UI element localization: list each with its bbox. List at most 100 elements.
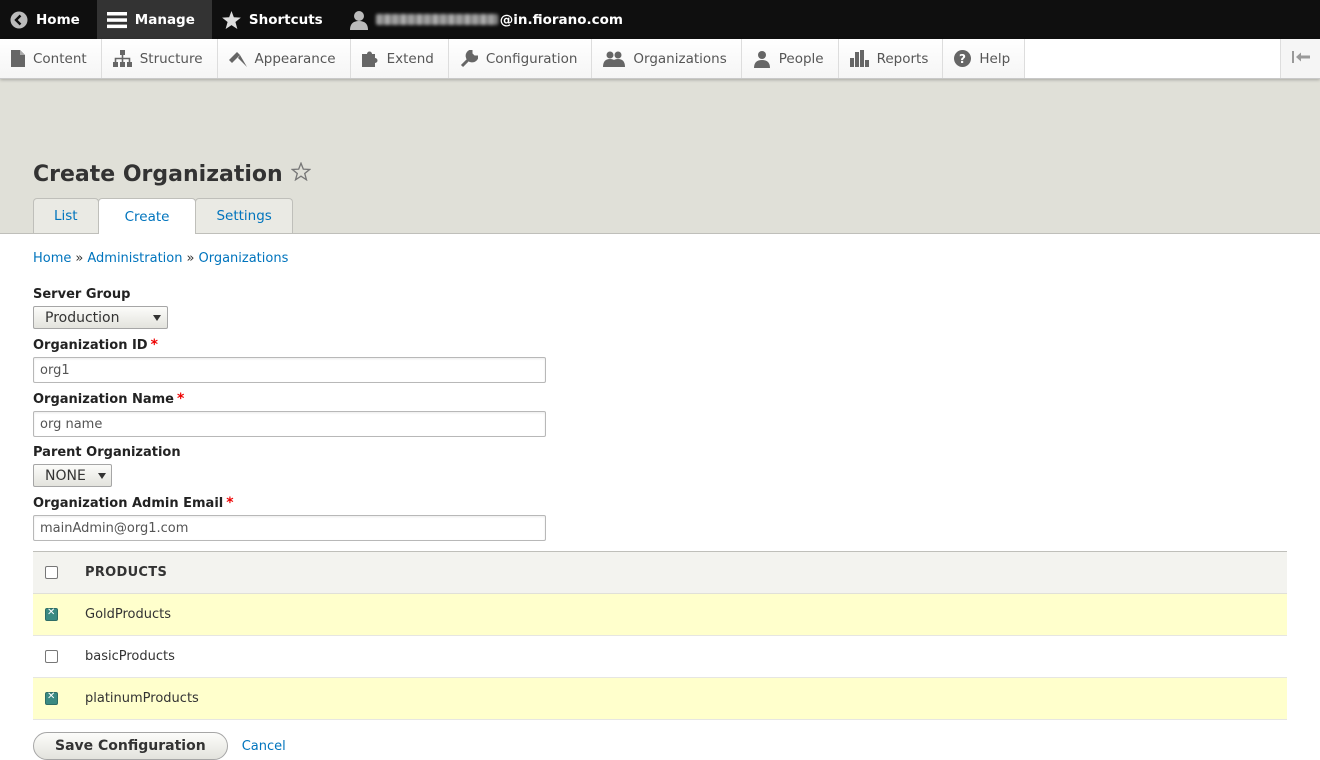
tray-item-label: Organizations bbox=[633, 50, 727, 67]
tray-item-label: Reports bbox=[876, 50, 929, 67]
table-row: basicProducts bbox=[33, 636, 1287, 678]
toolbar-user-link[interactable]: @in.fiorano.com bbox=[340, 0, 640, 39]
tray-item-help[interactable]: ? Help bbox=[943, 39, 1026, 78]
toolbar-manage-label: Manage bbox=[134, 11, 195, 28]
main-content: Home» Administration» Organizations Server… bbox=[0, 234, 1320, 760]
page-title: Create Organization bbox=[33, 161, 312, 187]
star-icon bbox=[221, 10, 241, 29]
users-icon bbox=[603, 51, 626, 67]
chevron-down-icon bbox=[153, 314, 161, 321]
tray-item-label: Content bbox=[33, 50, 87, 67]
products-table: PRODUCTS GoldProducts basicProducts plat… bbox=[33, 551, 1287, 720]
wrench-icon bbox=[460, 49, 478, 68]
puzzle-icon bbox=[361, 50, 379, 67]
tray-item-reports[interactable]: Reports bbox=[838, 39, 944, 78]
breadcrumb-separator: » bbox=[186, 251, 195, 266]
blurred-username bbox=[375, 14, 498, 25]
breadcrumb: Home» Administration» Organizations bbox=[33, 251, 1287, 266]
tray-item-label: Appearance bbox=[254, 50, 336, 67]
parent-org-field: Parent Organization NONE bbox=[33, 445, 1287, 487]
page-title-text: Create Organization bbox=[33, 162, 283, 187]
cancel-link[interactable]: Cancel bbox=[242, 739, 286, 754]
org-id-input[interactable] bbox=[33, 357, 546, 383]
org-name-input[interactable] bbox=[33, 411, 546, 437]
products-column-header: PRODUCTS bbox=[85, 565, 168, 580]
svg-text:?: ? bbox=[959, 52, 966, 66]
tray-item-structure[interactable]: Structure bbox=[101, 39, 218, 78]
admin-email-input[interactable] bbox=[33, 515, 546, 541]
tray-orientation-toggle[interactable] bbox=[1280, 39, 1320, 78]
required-marker: * bbox=[150, 337, 158, 353]
row-checkbox[interactable] bbox=[45, 691, 58, 705]
back-arrow-icon bbox=[10, 11, 28, 29]
sitemap-icon bbox=[112, 50, 132, 67]
admin-email-label-text: Organization Admin Email bbox=[33, 496, 224, 511]
user-email-suffix: @in.fiorano.com bbox=[499, 11, 623, 28]
save-configuration-button[interactable]: Save Configuration bbox=[33, 732, 228, 760]
bar-chart-icon bbox=[849, 50, 869, 67]
product-name: basicProducts bbox=[85, 649, 175, 664]
parent-org-value: NONE bbox=[45, 467, 86, 484]
server-group-select[interactable]: Production bbox=[33, 306, 168, 329]
tray-item-label: Structure bbox=[139, 50, 203, 67]
help-icon: ? bbox=[954, 50, 972, 67]
tray-item-configuration[interactable]: Configuration bbox=[448, 39, 593, 78]
breadcrumb-administration[interactable]: Administration bbox=[87, 251, 182, 266]
user-icon bbox=[349, 10, 368, 30]
parent-org-label: Parent Organization bbox=[33, 445, 181, 460]
admin-email-field: Organization Admin Email * bbox=[33, 495, 1287, 541]
tray-item-label: Configuration bbox=[485, 50, 578, 67]
required-marker: * bbox=[226, 495, 234, 511]
toolbar-home-label: Home bbox=[36, 11, 80, 28]
server-group-label: Server Group bbox=[33, 287, 131, 302]
table-row: GoldProducts bbox=[33, 593, 1287, 636]
server-group-value: Production bbox=[45, 309, 120, 326]
chevron-down-icon bbox=[97, 472, 106, 479]
row-checkbox[interactable] bbox=[45, 607, 58, 621]
server-group-field: Server Group Production bbox=[33, 287, 1287, 329]
product-name: GoldProducts bbox=[85, 607, 172, 622]
primary-tabs: List Create Settings bbox=[33, 198, 293, 234]
form-actions: Save Configuration Cancel bbox=[33, 732, 1287, 760]
page-header: Create Organization List Create Settings bbox=[0, 79, 1320, 234]
org-name-field: Organization Name * bbox=[33, 391, 1287, 437]
paintbrush-icon bbox=[228, 50, 247, 67]
admin-toolbar: Home Manage Shortcuts @in.fiorano.com bbox=[0, 0, 1320, 39]
tray-item-organizations[interactable]: Organizations bbox=[592, 39, 742, 78]
tray-item-label: People bbox=[778, 50, 824, 67]
org-id-field: Organization ID * bbox=[33, 337, 1287, 383]
tray-item-appearance[interactable]: Appearance bbox=[217, 39, 351, 78]
admin-email-label: Organization Admin Email * bbox=[33, 495, 1287, 511]
org-id-label-text: Organization ID bbox=[33, 338, 148, 353]
star-outline-icon[interactable] bbox=[290, 161, 312, 187]
collapse-left-icon bbox=[1291, 50, 1310, 67]
file-icon bbox=[11, 50, 25, 67]
toolbar-shortcuts-link[interactable]: Shortcuts bbox=[212, 0, 340, 39]
product-name: platinumProducts bbox=[85, 691, 199, 706]
tab-settings[interactable]: Settings bbox=[195, 198, 293, 233]
user-icon bbox=[753, 50, 771, 68]
breadcrumb-organizations[interactable]: Organizations bbox=[198, 251, 288, 266]
toolbar-manage-link[interactable]: Manage bbox=[96, 0, 212, 39]
required-marker: * bbox=[177, 391, 185, 407]
org-name-label: Organization Name * bbox=[33, 391, 1287, 407]
breadcrumb-home[interactable]: Home bbox=[33, 251, 71, 266]
parent-org-select[interactable]: NONE bbox=[33, 464, 112, 487]
hamburger-icon bbox=[106, 11, 127, 29]
row-checkbox[interactable] bbox=[45, 650, 58, 663]
tray-item-content[interactable]: Content bbox=[0, 39, 102, 78]
org-name-label-text: Organization Name bbox=[33, 392, 174, 407]
tray-item-extend[interactable]: Extend bbox=[350, 39, 449, 78]
tab-create[interactable]: Create bbox=[97, 198, 197, 234]
toolbar-shortcuts-label: Shortcuts bbox=[248, 11, 323, 28]
org-id-label: Organization ID * bbox=[33, 337, 1287, 353]
toolbar-home-link[interactable]: Home bbox=[0, 0, 97, 39]
select-all-checkbox[interactable] bbox=[45, 566, 58, 579]
tray-item-label: Help bbox=[979, 50, 1011, 67]
tray-item-label: Extend bbox=[386, 50, 434, 67]
breadcrumb-separator: » bbox=[75, 251, 84, 266]
table-header-row: PRODUCTS bbox=[33, 551, 1287, 594]
admin-tray: Content Structure Appearance Extend Conf… bbox=[0, 39, 1320, 79]
tray-item-people[interactable]: People bbox=[741, 39, 839, 78]
tab-list[interactable]: List bbox=[33, 198, 99, 233]
